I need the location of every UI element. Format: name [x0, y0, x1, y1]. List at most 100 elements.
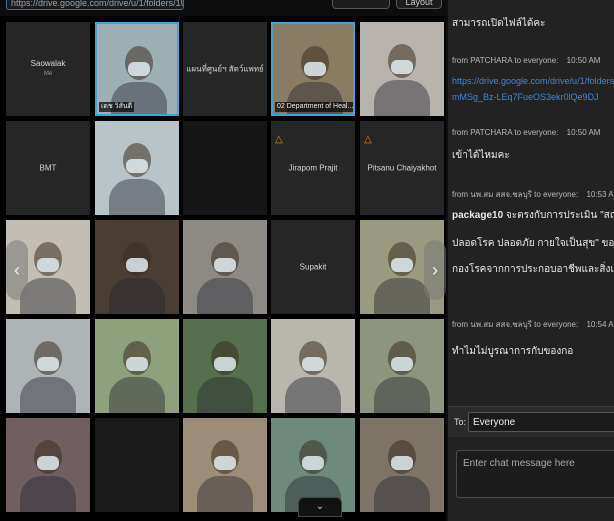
layout-button[interactable]: Layout — [396, 0, 442, 9]
participant-tile[interactable] — [95, 319, 179, 413]
face-mask-shape — [391, 60, 413, 74]
next-page-button[interactable]: › — [424, 240, 446, 300]
chat-messages: สามารถเปิดไฟล์ได้คะ from PATCHARA to eve… — [452, 10, 614, 408]
face-mask-shape — [391, 357, 413, 371]
participant-tile[interactable] — [360, 22, 444, 116]
face-mask-shape — [126, 357, 148, 371]
participant-name: เดช วิสันตี — [99, 102, 135, 112]
participant-tile[interactable] — [95, 220, 179, 314]
warning-icon: △ — [275, 134, 283, 145]
more-options-button[interactable]: ⌄ — [298, 497, 342, 517]
participant-subtitle: Me — [43, 71, 53, 77]
participant-tile[interactable]: Pitsanu Chaiyakhot △ — [360, 121, 444, 215]
participant-body — [197, 377, 253, 413]
participant-tile[interactable] — [95, 418, 179, 512]
participant-body — [197, 476, 253, 512]
participant-tile[interactable] — [183, 121, 267, 215]
to-label: To: — [454, 417, 467, 427]
participant-tile[interactable] — [6, 319, 90, 413]
participant-tile[interactable] — [95, 121, 179, 215]
face-mask-shape — [391, 456, 413, 470]
participant-name: Pitsanu Chaiyakhot — [367, 163, 437, 173]
participant-tile[interactable]: Jirapom Prajit △ — [271, 121, 355, 215]
sender-label: from นพ.สม สสจ.ชลบุรี to everyone: — [452, 320, 579, 329]
participant-tile[interactable]: Supakit — [271, 220, 355, 314]
chat-text: package10 จะตรงกับการประเมิน "สถานประกอบ… — [452, 208, 614, 223]
participant-name: แผนที่ศูนย์ฯ สัตว์แพทย์ — [186, 64, 264, 74]
chat-sender: from นพ.สม สสจ.ชลบุรี to everyone: 10:54… — [452, 318, 614, 331]
video-gallery: Saowalak Me เดช วิสันตี แผนที่ศูนย์ฯ สัตว์แ… — [6, 22, 446, 516]
top-toolbar: https://drive.google.com/drive/u/1/folde… — [0, 0, 446, 16]
face-mask-shape — [128, 62, 150, 76]
participant-tile[interactable] — [360, 418, 444, 512]
face-mask-shape — [214, 456, 236, 470]
recipient-select[interactable]: Everyone — [468, 412, 614, 432]
chat-message-input[interactable]: Enter chat message here — [456, 450, 614, 498]
face-mask-shape — [214, 258, 236, 272]
chat-text: เข้าได้ไหมคะ — [452, 150, 510, 161]
chat-link[interactable]: https://drive.google.com/drive/u/1/folde… — [452, 76, 614, 86]
participant-name: Supakit — [299, 262, 327, 272]
participant-body — [374, 377, 430, 413]
participant-body — [197, 278, 253, 314]
chevron-left-icon: ‹ — [14, 260, 20, 280]
chat-text: ปลอดโรค ปลอดภัย กายใจเป็นสุข" ของ กรมควบ… — [452, 238, 614, 249]
participant-tile[interactable] — [360, 319, 444, 413]
participant-tile[interactable]: Saowalak Me — [6, 22, 90, 116]
chevron-right-icon: › — [432, 260, 438, 280]
face-mask-shape — [126, 159, 148, 173]
participant-name: Saowalak Me — [6, 58, 90, 80]
chat-text-rest: จะตรงกับการประเมิน "สถานประกอบการ — [505, 210, 614, 221]
warning-icon: △ — [364, 134, 372, 145]
face-mask-shape — [304, 62, 326, 76]
participant-name: 02 Department of Heal... (Host) — [275, 102, 353, 112]
participant-body — [374, 278, 430, 314]
message-time: 10:50 AM — [566, 56, 601, 65]
participant-body — [374, 80, 430, 116]
participant-body — [374, 476, 430, 512]
face-mask-shape — [126, 258, 148, 272]
face-mask-shape — [37, 258, 59, 272]
face-mask-shape — [214, 357, 236, 371]
participant-tile[interactable] — [183, 418, 267, 512]
participant-body — [285, 377, 341, 413]
participant-name: BMT — [39, 163, 57, 173]
sender-label: from PATCHARA to everyone: — [452, 56, 559, 65]
previous-page-button[interactable]: ‹ — [6, 240, 28, 300]
participant-body — [109, 278, 165, 314]
participant-tile[interactable]: BMT — [6, 121, 90, 215]
chat-sender: from นพ.สม สสจ.ชลบุรี to everyone: 10:53… — [452, 188, 614, 201]
participant-tile[interactable] — [183, 319, 267, 413]
face-mask-shape — [37, 357, 59, 371]
view-button[interactable] — [332, 0, 390, 9]
recipient-bar: To: Everyone — [448, 406, 614, 437]
participant-body — [109, 377, 165, 413]
chat-text: กองโรคจากการประกอบอาชีพและสิ่งแวดล้อม — [452, 264, 614, 275]
share-link-field[interactable]: https://drive.google.com/drive/u/1/folde… — [6, 0, 184, 10]
message-time: 10:54 AM — [586, 320, 614, 329]
chevron-down-icon: ⌄ — [315, 501, 325, 512]
participant-body — [109, 179, 165, 215]
chat-link[interactable]: mMSg_Bz-LEq7FueOS3ekr0lQe9DJ — [452, 92, 599, 102]
participant-body — [20, 476, 76, 512]
participant-tile[interactable]: เดช วิสันตี — [95, 22, 179, 116]
face-mask-shape — [302, 357, 324, 371]
face-mask-shape — [302, 456, 324, 470]
chat-text: ทำไมไม่บูรณาการกับของกอ — [452, 346, 574, 357]
participant-body — [20, 377, 76, 413]
sender-label: from นพ.สม สสจ.ชลบุรี to everyone: — [452, 190, 579, 199]
participant-tile[interactable] — [271, 319, 355, 413]
sender-label: from PATCHARA to everyone: — [452, 128, 559, 137]
participant-tile[interactable] — [6, 418, 90, 512]
chat-panel: สามารถเปิดไฟล์ได้คะ from PATCHARA to eve… — [448, 0, 614, 521]
face-mask-shape — [391, 258, 413, 272]
chat-text: สามารถเปิดไฟล์ได้คะ — [452, 18, 546, 29]
participant-name: Jirapom Prajit — [288, 163, 338, 173]
chat-sender: from PATCHARA to everyone: 10:50 AM — [452, 128, 600, 137]
participant-tile[interactable] — [183, 220, 267, 314]
face-mask-shape — [37, 456, 59, 470]
participant-tile[interactable]: แผนที่ศูนย์ฯ สัตว์แพทย์ — [183, 22, 267, 116]
chat-sender: from PATCHARA to everyone: 10:50 AM — [452, 56, 600, 65]
participant-tile[interactable]: 02 Department of Heal... (Host) — [271, 22, 355, 116]
message-time: 10:50 AM — [566, 128, 601, 137]
